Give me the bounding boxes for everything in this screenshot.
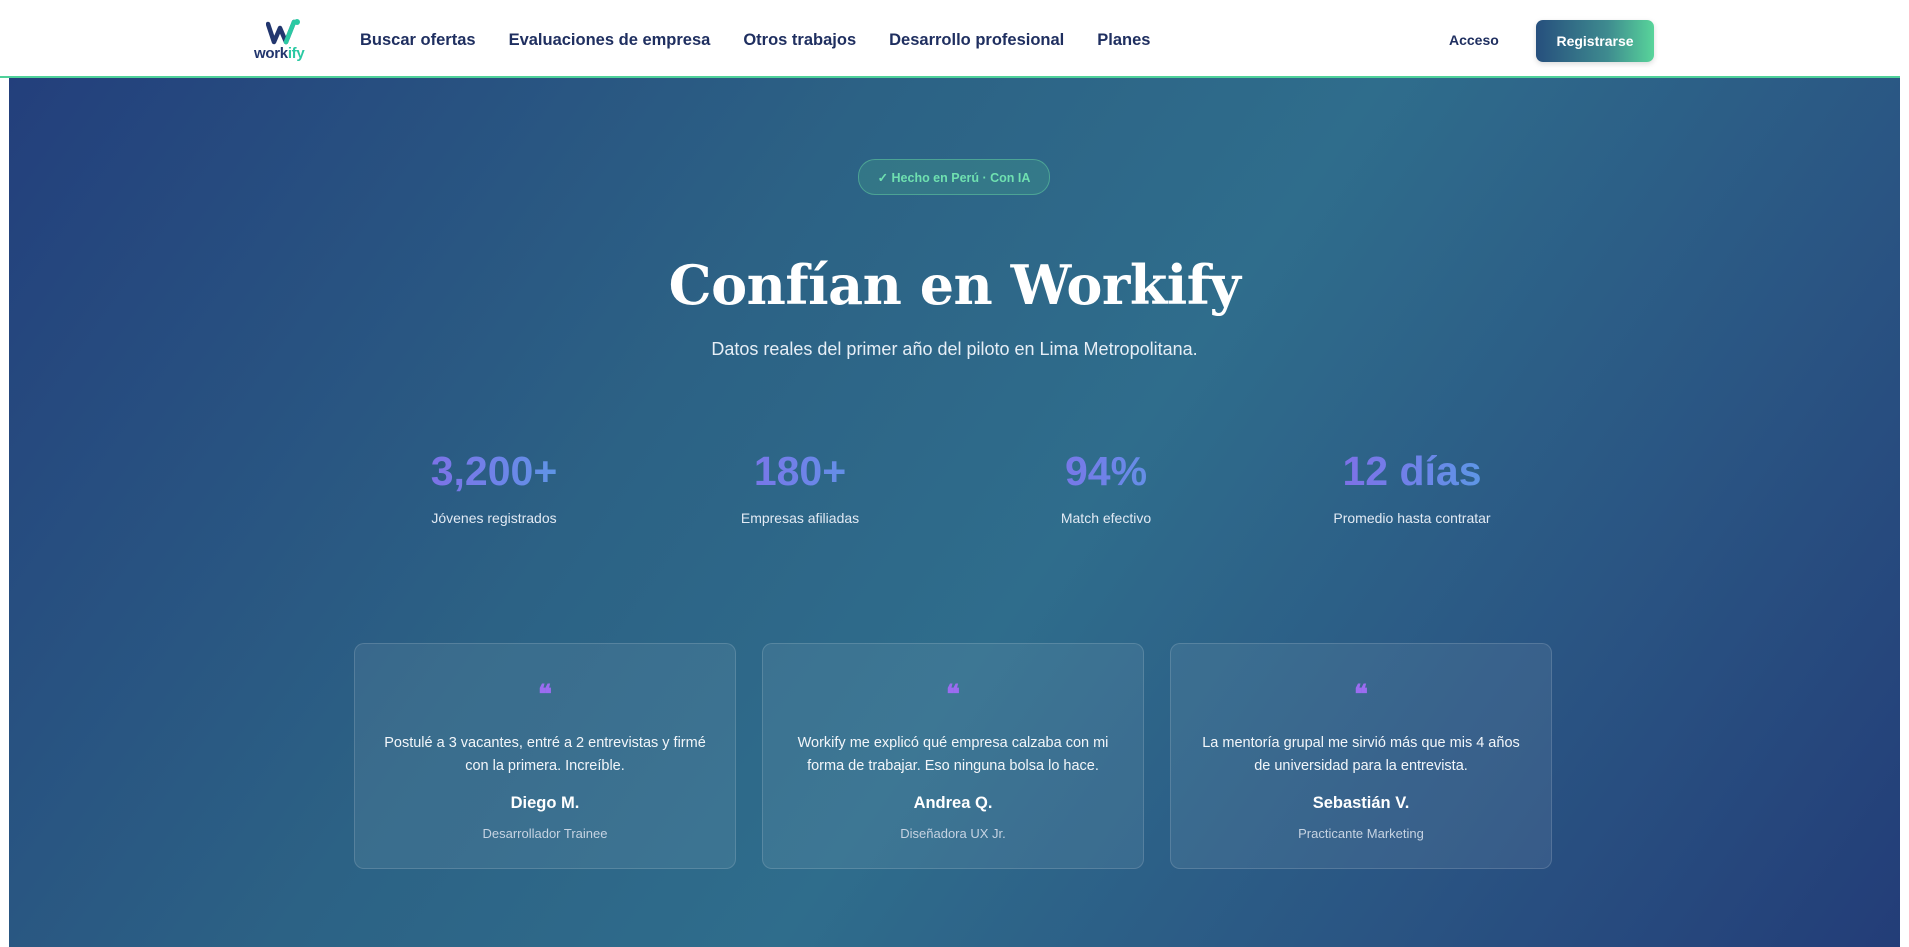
stat-value: 180+ [670, 451, 930, 492]
nav-item-otros-trabajos[interactable]: Otros trabajos [743, 31, 856, 50]
testimonial-role: Desarrollador Trainee [482, 826, 608, 841]
register-button[interactable]: Registrarse [1536, 20, 1654, 62]
stat-registered-youth: 3,200+ Jóvenes registrados [364, 451, 624, 527]
stat-label: Empresas afiliadas [740, 510, 860, 526]
nav-item-evaluaciones[interactable]: Evaluaciones de empresa [509, 31, 711, 50]
logo-w-icon [266, 19, 300, 45]
testimonial-card: ❝ La mentoría grupal me sirvió más que m… [1170, 643, 1552, 869]
stat-affiliated-companies: 180+ Empresas afiliadas [670, 451, 930, 527]
login-link[interactable]: Acceso [1449, 32, 1499, 48]
testimonial-quote: Postulé a 3 vacantes, entré a 2 entrevis… [384, 735, 706, 774]
top-header: workify Buscar ofertas Evaluaciones de e… [0, 0, 1900, 78]
stat-label: Jóvenes registrados [431, 510, 557, 526]
stat-value: 94% [976, 451, 1236, 492]
workify-logo[interactable]: workify [254, 18, 314, 64]
testimonial-card: ❝ Workify me explicó qué empresa calzaba… [762, 643, 1144, 869]
nav-item-buscar-ofertas[interactable]: Buscar ofertas [360, 31, 476, 50]
nav-item-planes[interactable]: Planes [1097, 31, 1150, 50]
testimonial-name: Diego M. [510, 794, 580, 812]
stat-effective-match: 94% Match efectivo [976, 451, 1236, 527]
quote-icon: ❝ [538, 680, 552, 710]
hero-subtitle: Datos reales del primer año del piloto e… [711, 339, 1198, 359]
testimonial-name: Andrea Q. [913, 794, 993, 812]
testimonial-role: Practicante Marketing [1298, 826, 1424, 841]
quote-icon: ❝ [946, 680, 960, 710]
made-in-peru-badge: ✓ Hecho en Perú · Con IA [858, 159, 1050, 195]
hero-section: ✓ Hecho en Perú · Con IA Confían en Work… [9, 78, 1900, 947]
nav-item-desarrollo-profesional[interactable]: Desarrollo profesional [889, 31, 1064, 50]
hero-title: Confían en Workify [668, 253, 1241, 317]
stat-label: Promedio hasta contratar [1333, 510, 1491, 526]
stat-label: Match efectivo [1060, 510, 1152, 526]
testimonial-role: Diseñadora UX Jr. [900, 826, 1006, 841]
quote-icon: ❝ [1354, 680, 1368, 710]
testimonial-name: Sebastián V. [1312, 794, 1410, 812]
main-nav: Buscar ofertas Evaluaciones de empresa O… [360, 0, 1183, 80]
testimonial-quote: La mentoría grupal me sirvió más que mis… [1202, 735, 1520, 774]
testimonial-quote: Workify me explicó qué empresa calzaba c… [797, 735, 1109, 774]
stat-value: 3,200+ [364, 451, 624, 492]
logo-wordmark: workify [254, 45, 305, 62]
stat-days-to-hire: 12 días Promedio hasta contratar [1282, 451, 1542, 527]
testimonial-card: ❝ Postulé a 3 vacantes, entré a 2 entrev… [354, 643, 736, 869]
stat-value: 12 días [1282, 451, 1542, 492]
